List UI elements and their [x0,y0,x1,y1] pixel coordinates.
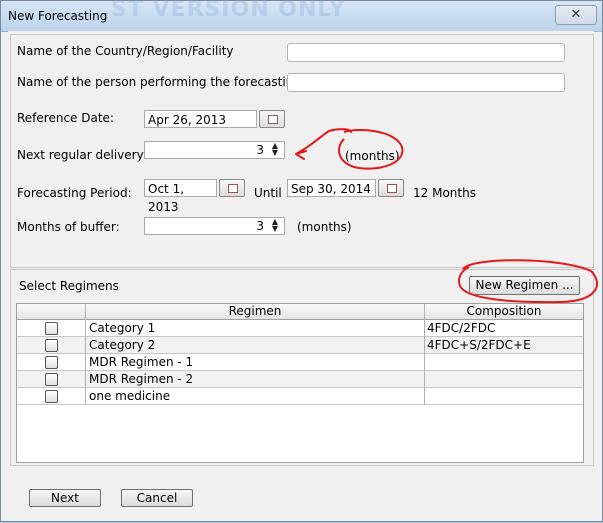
annotation-circle-months [338,129,404,170]
annotation-circle-new-regimen [458,259,598,304]
annotation-arrow [295,128,352,160]
dialog-window: ST VERSION ONLY New Forecasting ✕ Name o… [0,0,603,522]
red-annotation-overlay [295,128,598,304]
